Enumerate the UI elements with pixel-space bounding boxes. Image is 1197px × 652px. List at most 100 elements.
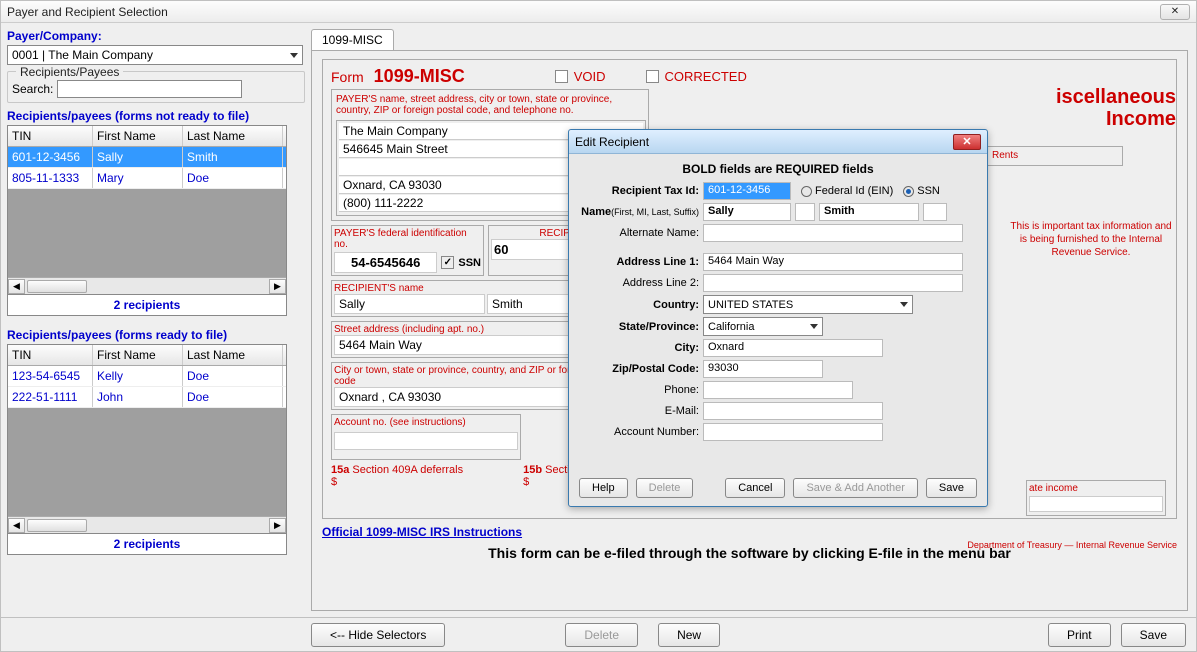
ssn-radio[interactable]: SSN	[903, 185, 940, 197]
modal-delete-button[interactable]: Delete	[636, 478, 694, 498]
window-close-button[interactable]: ✕	[1160, 4, 1190, 20]
search-label: Search:	[12, 82, 53, 96]
addr1-input[interactable]: 5464 Main Way	[703, 253, 963, 271]
box15a-num: 15a	[331, 464, 349, 476]
country-select[interactable]: UNITED STATES	[703, 295, 913, 314]
chevron-down-icon	[900, 302, 908, 307]
edit-recipient-dialog: Edit Recipient ✕ BOLD fields are REQUIRE…	[568, 129, 988, 507]
void-checkbox[interactable]	[555, 70, 568, 83]
chevron-down-icon	[290, 53, 298, 58]
box15b-num: 15b	[523, 464, 542, 476]
scroll-left-icon[interactable]: ◀	[8, 518, 25, 533]
delete-button[interactable]: Delete	[565, 623, 638, 647]
save-add-button[interactable]: Save & Add Another	[793, 478, 917, 498]
window-title: Payer and Recipient Selection	[7, 5, 168, 19]
required-note: BOLD fields are REQUIRED fields	[579, 162, 977, 176]
ssn-checkbox[interactable]: ✓	[441, 256, 454, 269]
not-ready-table: TIN First Name Last Name 601-12-3456Sall…	[7, 125, 287, 295]
state-income-label: ate income	[1029, 483, 1078, 494]
state-income-input[interactable]	[1029, 496, 1163, 512]
last-name-input[interactable]: Smith	[819, 203, 919, 221]
col-first[interactable]: First Name	[93, 126, 183, 146]
scroll-right-icon[interactable]: ▶	[269, 279, 286, 294]
tax-id-label: Recipient Tax Id:	[579, 185, 699, 197]
recipient-first[interactable]: Sally	[334, 294, 485, 314]
hscroll[interactable]: ◀ ▶	[8, 516, 286, 533]
misc-income-title: iscellaneousIncome	[1006, 86, 1176, 130]
email-label: E-Mail:	[579, 405, 699, 417]
save-button[interactable]: Save	[1121, 623, 1186, 647]
addr2-label: Address Line 2:	[579, 277, 699, 289]
col-first[interactable]: First Name	[93, 345, 183, 365]
mi-input[interactable]	[795, 203, 815, 221]
tax-id-input[interactable]: 601-12-3456	[703, 182, 791, 200]
table-row[interactable]: 805-11-1333MaryDoe	[8, 168, 286, 189]
window-titlebar: Payer and Recipient Selection ✕	[1, 1, 1196, 23]
tab-1099-misc[interactable]: 1099-MISC	[311, 29, 394, 51]
not-ready-title: Recipients/payees (forms not ready to fi…	[7, 109, 305, 123]
corrected-checkbox[interactable]	[646, 70, 659, 83]
state-select[interactable]: California	[703, 317, 823, 336]
scroll-thumb[interactable]	[27, 280, 87, 293]
phone-label: Phone:	[579, 384, 699, 396]
payer-company-value: 0001 | The Main Company	[12, 48, 153, 62]
account-label: Account no. (see instructions)	[334, 417, 518, 428]
fedid-label: PAYER'S federal identification no.	[334, 228, 481, 250]
print-button[interactable]: Print	[1048, 623, 1111, 647]
account-input[interactable]	[334, 432, 518, 450]
modal-close-button[interactable]: ✕	[953, 134, 981, 150]
col-last[interactable]: Last Name	[183, 126, 283, 146]
name-label: Name	[581, 206, 611, 218]
search-input[interactable]	[57, 80, 242, 98]
city-input[interactable]: Oxnard	[703, 339, 883, 357]
payer-company-label: Payer/Company:	[7, 29, 305, 43]
table-row[interactable]: 123-54-6545KellyDoe	[8, 366, 286, 387]
hide-selectors-button[interactable]: <-- Hide Selectors	[311, 623, 445, 647]
ready-title: Recipients/payees (forms ready to file)	[7, 328, 305, 342]
new-button[interactable]: New	[658, 623, 720, 647]
zip-label: Zip/Postal Code:	[579, 363, 699, 375]
recipients-group-title: Recipients/Payees	[16, 65, 123, 79]
col-last[interactable]: Last Name	[183, 345, 283, 365]
void-label: VOID	[574, 69, 606, 84]
state-income-box: ate income	[1026, 480, 1166, 516]
country-label: Country:	[579, 299, 699, 311]
first-name-input[interactable]: Sally	[703, 203, 791, 221]
scroll-thumb[interactable]	[27, 519, 87, 532]
scroll-left-icon[interactable]: ◀	[8, 279, 25, 294]
ready-table: TIN First Name Last Name 123-54-6545Kell…	[7, 344, 287, 534]
modal-save-button[interactable]: Save	[926, 478, 977, 498]
form-type: 1099-MISC	[374, 66, 465, 87]
addr2-input[interactable]	[703, 274, 963, 292]
box15a-text: Section 409A deferrals	[352, 464, 463, 476]
state-label: State/Province:	[579, 321, 699, 333]
alt-name-label: Alternate Name:	[579, 227, 699, 239]
col-tin[interactable]: TIN	[8, 345, 93, 365]
fed-id-radio[interactable]: Federal Id (EIN)	[801, 185, 893, 197]
payer-header: PAYER'S name, street address, city or to…	[336, 94, 644, 116]
phone-input[interactable]	[703, 381, 853, 399]
corrected-label: CORRECTED	[665, 69, 747, 84]
acct-label: Account Number:	[579, 426, 699, 438]
irs-instructions-link[interactable]: Official 1099-MISC IRS Instructions	[322, 525, 522, 539]
alt-name-input[interactable]	[703, 224, 963, 242]
ssn-label: SSN	[458, 257, 481, 269]
scroll-right-icon[interactable]: ▶	[269, 518, 286, 533]
email-input[interactable]	[703, 402, 883, 420]
dept-treasury: Department of Treasury — Internal Revenu…	[967, 540, 1177, 550]
hscroll[interactable]: ◀ ▶	[8, 277, 286, 294]
zip-input[interactable]: 93030	[703, 360, 823, 378]
table-row[interactable]: 601-12-3456SallySmith	[8, 147, 286, 168]
fedid-value: 54-6545646	[334, 252, 437, 273]
ready-count: 2 recipients	[7, 534, 287, 555]
not-ready-count: 2 recipients	[7, 295, 287, 316]
cancel-button[interactable]: Cancel	[725, 478, 785, 498]
suffix-input[interactable]	[923, 203, 947, 221]
help-button[interactable]: Help	[579, 478, 628, 498]
acct-input[interactable]	[703, 423, 883, 441]
col-tin[interactable]: TIN	[8, 126, 93, 146]
city-label: City:	[579, 342, 699, 354]
modal-title: Edit Recipient	[575, 135, 649, 149]
table-row[interactable]: 222-51-1111JohnDoe	[8, 387, 286, 408]
payer-company-dropdown[interactable]: 0001 | The Main Company	[7, 45, 303, 65]
